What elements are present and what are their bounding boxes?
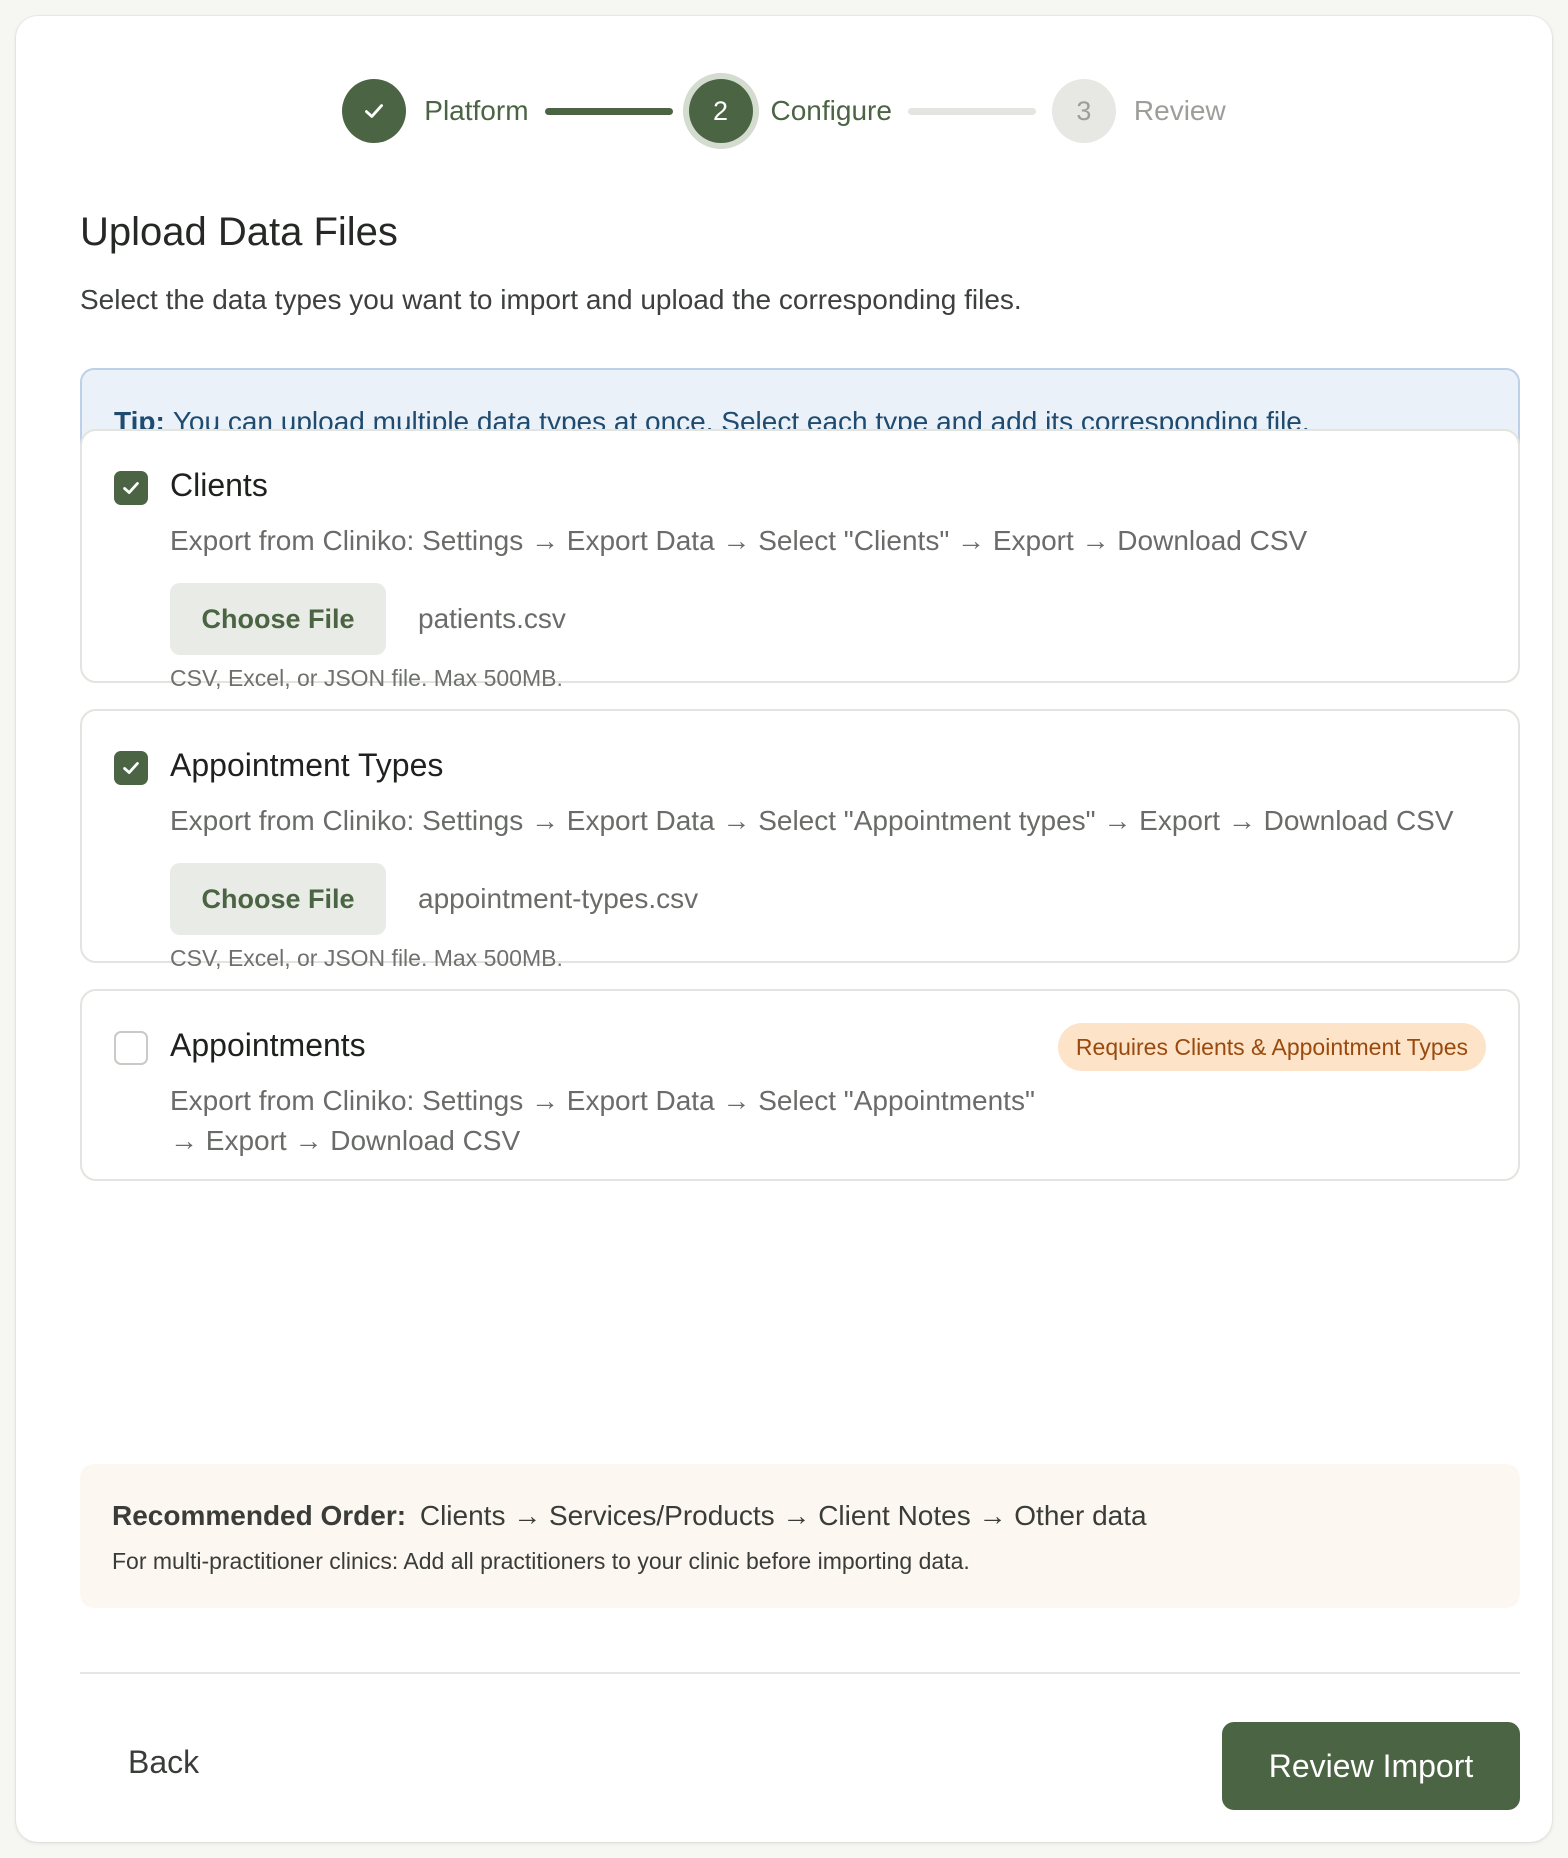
appointment-types-checkbox[interactable] xyxy=(114,751,148,785)
back-button[interactable]: Back xyxy=(96,1722,231,1802)
step-connector xyxy=(907,107,1036,115)
recommended-order-text: Clients → Services/Products → Client Not… xyxy=(419,1500,1147,1531)
description-line: Export from Cliniko: Settings → Export D… xyxy=(170,1085,1035,1116)
data-type-description: Export from Cliniko: Settings → Export D… xyxy=(170,525,1308,556)
step-configure: 2 Configure xyxy=(688,79,892,143)
recommended-order-label: Recommended Order: xyxy=(112,1500,407,1531)
progress-stepper: Platform 2 Configure 3 Review xyxy=(16,78,1552,144)
step-complete-check-icon xyxy=(342,79,407,143)
data-type-card-appointments: Appointments Requires Clients & Appointm… xyxy=(80,989,1520,1181)
file-type-hint: CSV, Excel, or JSON file. Max 500MB. xyxy=(170,665,563,691)
data-type-title: Appointments xyxy=(170,1027,366,1063)
step-connector xyxy=(544,107,673,115)
requirement-badge: Requires Clients & Appointment Types xyxy=(1057,1023,1486,1071)
data-type-description: Export from Cliniko: Settings → Export D… xyxy=(170,805,1454,836)
step-number-review: 3 xyxy=(1051,79,1116,143)
selected-file-name: patients.csv xyxy=(418,603,566,634)
file-type-hint: CSV, Excel, or JSON file. Max 500MB. xyxy=(170,945,563,971)
recommended-order: Recommended Order: Clients → Services/Pr… xyxy=(112,1500,1147,1532)
appointments-checkbox[interactable] xyxy=(114,1031,148,1065)
data-type-card-appointment-types: Appointment Types Export from Cliniko: S… xyxy=(80,709,1520,971)
data-type-card-clients: Clients Export from Cliniko: Settings → … xyxy=(80,429,1520,691)
clients-checkbox[interactable] xyxy=(114,471,148,505)
data-type-description: Export from Cliniko: Settings → Export D… xyxy=(170,1081,1035,1161)
choose-file-button[interactable]: Choose File xyxy=(170,863,386,935)
footer-divider xyxy=(80,1672,1520,1674)
recommended-note: For multi-practitioner clinics: Add all … xyxy=(112,1548,970,1574)
step-platform[interactable]: Platform xyxy=(342,79,529,143)
check-icon xyxy=(123,482,139,494)
step-review: 3 Review xyxy=(1051,79,1226,143)
step-number-configure: 2 xyxy=(688,79,753,143)
data-type-title: Clients xyxy=(170,467,268,503)
step-label-review: Review xyxy=(1133,95,1226,126)
step-label-platform: Platform xyxy=(424,95,529,126)
check-icon xyxy=(123,762,139,774)
selected-file-name: appointment-types.csv xyxy=(418,883,699,914)
data-type-title: Appointment Types xyxy=(170,747,444,783)
step-label-configure: Configure xyxy=(770,95,892,126)
recommended-order-panel: Recommended Order: Clients → Services/Pr… xyxy=(80,1464,1520,1608)
import-card: Platform 2 Configure 3 Review Upload Dat… xyxy=(16,16,1552,1842)
description-line: → Export → Download CSV xyxy=(170,1125,521,1156)
choose-file-button[interactable]: Choose File xyxy=(170,583,386,655)
review-import-button[interactable]: Review Import xyxy=(1222,1722,1520,1810)
page-subtitle: Select the data types you want to import… xyxy=(80,284,1022,315)
page-title: Upload Data Files xyxy=(80,210,398,254)
